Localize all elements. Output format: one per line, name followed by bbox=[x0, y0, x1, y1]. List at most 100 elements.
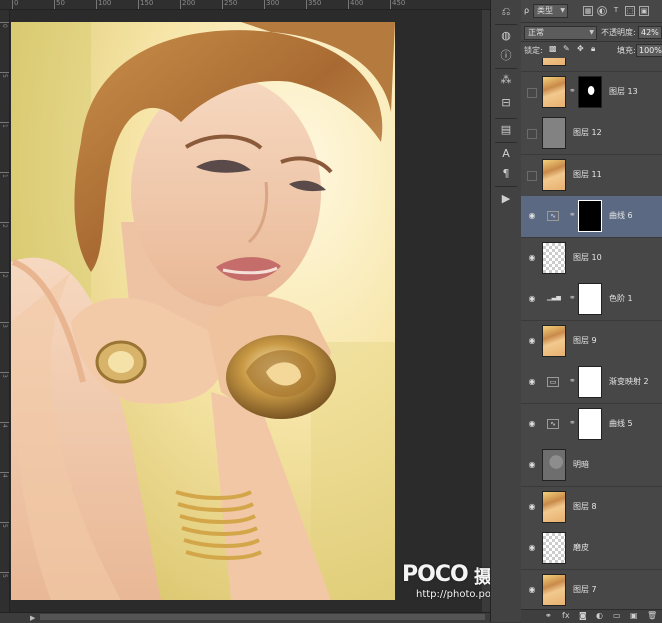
mask-icon[interactable]: ◙ bbox=[579, 611, 587, 620]
layer-row[interactable]: ◉ 图层 7 bbox=[521, 570, 662, 609]
layer-mask-thumbnail[interactable] bbox=[578, 408, 602, 440]
layer-name[interactable]: 图层 12 bbox=[573, 127, 602, 138]
layer-row[interactable]: ◉ ∿ ⚭ 曲线 5 bbox=[521, 404, 662, 446]
group-icon[interactable]: ▭ bbox=[613, 611, 621, 620]
layer-row[interactable]: ◉ ▭ ⚭ 渐变映射 2 bbox=[521, 362, 662, 404]
link-icon[interactable]: ⚭ bbox=[545, 611, 552, 620]
layer-name[interactable]: 色阶 1 bbox=[609, 293, 633, 304]
layer-name[interactable]: 图层 9 bbox=[573, 335, 597, 346]
mask-link-icon[interactable]: ⚭ bbox=[569, 376, 576, 385]
layer-thumbnail[interactable] bbox=[542, 117, 566, 149]
layer-row[interactable]: 图层 11 bbox=[521, 155, 662, 197]
layer-thumbnail[interactable] bbox=[542, 574, 566, 606]
mask-link-icon[interactable]: ⚭ bbox=[569, 86, 576, 95]
layer-row[interactable]: ◉ 图层 9 bbox=[521, 321, 662, 363]
opacity-input[interactable]: 42% bbox=[638, 26, 662, 39]
layer-name[interactable]: 图层 10 bbox=[573, 252, 602, 263]
ruler-tick bbox=[12, 0, 13, 9]
layer-name[interactable]: 磨皮 bbox=[573, 542, 589, 553]
visibility-eye-icon[interactable]: ◉ bbox=[527, 253, 537, 263]
visibility-toggle-empty[interactable] bbox=[527, 129, 537, 139]
layer-name[interactable]: 明暗 bbox=[573, 459, 589, 470]
layer-name[interactable]: 曲线 6 bbox=[609, 210, 633, 221]
layer-name[interactable]: 曲线 5 bbox=[609, 418, 633, 429]
layer-row[interactable]: ◉ 图层 10 bbox=[521, 238, 662, 280]
history-icon[interactable]: ⎌ bbox=[498, 4, 514, 20]
fill-input[interactable]: 100% bbox=[636, 44, 662, 57]
status-arrow-icon[interactable]: ▶ bbox=[30, 614, 35, 622]
lock-all-icon[interactable]: 🔒︎ bbox=[591, 44, 595, 54]
mask-link-icon[interactable]: ⚭ bbox=[569, 418, 576, 427]
ruler-tick bbox=[0, 172, 9, 173]
horizontal-scrollbar[interactable] bbox=[40, 614, 485, 620]
layer-thumbnail[interactable] bbox=[542, 532, 566, 564]
layer-name[interactable]: 图层 11 bbox=[573, 169, 602, 180]
layer-thumbnail[interactable] bbox=[542, 449, 566, 481]
lock-pixels-icon[interactable]: ✎ bbox=[563, 44, 570, 53]
layer-name[interactable]: 渐变映射 2 bbox=[609, 376, 649, 387]
visibility-eye-icon[interactable]: ◉ bbox=[527, 502, 537, 512]
layer-thumbnail[interactable] bbox=[542, 325, 566, 357]
ruler-tick bbox=[0, 222, 9, 223]
layer-thumbnail[interactable] bbox=[542, 159, 566, 191]
visibility-eye-icon[interactable]: ◉ bbox=[527, 294, 537, 304]
visibility-eye-icon[interactable]: ◉ bbox=[527, 377, 537, 387]
visibility-eye-icon[interactable]: ◉ bbox=[527, 460, 537, 470]
layer-thumbnail[interactable] bbox=[542, 76, 566, 108]
lock-transparent-icon[interactable]: ▩ bbox=[549, 44, 557, 53]
filter-type-dropdown[interactable]: 类型 ▼ bbox=[533, 4, 568, 18]
trash-icon[interactable]: 🗑 bbox=[647, 611, 657, 620]
photo-canvas-image[interactable] bbox=[11, 22, 395, 600]
shape-filter-icon[interactable]: ⬚ bbox=[625, 6, 635, 16]
smart-object-filter-icon[interactable]: ▣ bbox=[639, 6, 649, 16]
layer-thumbnail[interactable] bbox=[542, 58, 566, 66]
ruler-vertical[interactable]: 0 5 1 1 2 2 3 3 4 4 5 5 bbox=[0, 10, 10, 612]
layer-name[interactable]: 图层 7 bbox=[573, 584, 597, 595]
layer-row[interactable]: ◉ 图层 8 bbox=[521, 487, 662, 529]
layer-row[interactable]: ◉ ∿ ⚭ 曲线 6 bbox=[521, 196, 662, 238]
layer-mask-thumbnail[interactable] bbox=[578, 76, 602, 108]
type-filter-icon[interactable]: T bbox=[611, 6, 621, 16]
image-filter-icon[interactable]: ▦ bbox=[583, 6, 593, 16]
brush-presets-icon[interactable]: ⁂ bbox=[498, 72, 514, 88]
layer-name[interactable]: 图层 8 bbox=[573, 501, 597, 512]
mask-link-icon[interactable]: ⚭ bbox=[569, 293, 576, 302]
visibility-eye-icon[interactable]: ◉ bbox=[527, 543, 537, 553]
layer-row[interactable]: ◉图层 17 bbox=[521, 58, 662, 72]
mask-link-icon[interactable]: ⚭ bbox=[569, 210, 576, 219]
layer-row[interactable]: ◉ 明暗 bbox=[521, 445, 662, 487]
layer-mask-thumbnail[interactable] bbox=[578, 200, 602, 232]
lock-position-icon[interactable]: ✥ bbox=[577, 44, 584, 53]
visibility-eye-icon[interactable]: ◉ bbox=[527, 585, 537, 595]
visibility-eye-icon[interactable]: ◉ bbox=[527, 336, 537, 346]
new-layer-icon[interactable]: ▣ bbox=[630, 611, 638, 620]
fx-icon[interactable]: fx bbox=[562, 611, 570, 620]
visibility-eye-icon[interactable]: ◉ bbox=[527, 419, 537, 429]
layer-row[interactable]: ⚭ 图层 13 bbox=[521, 72, 662, 114]
visibility-toggle-empty[interactable] bbox=[527, 171, 537, 181]
visibility-toggle-empty[interactable] bbox=[527, 88, 537, 98]
paragraph-icon[interactable]: ¶ bbox=[498, 166, 514, 182]
adjustment-icon[interactable]: ◐ bbox=[596, 611, 603, 620]
ruler-label: 5 bbox=[1, 524, 8, 528]
adjustments-icon[interactable]: ⊟ bbox=[498, 95, 514, 111]
layer-thumbnail[interactable] bbox=[542, 491, 566, 523]
layer-mask-thumbnail[interactable] bbox=[578, 283, 602, 315]
ruler-horizontal[interactable]: 0 50 100 150 200 250 300 350 400 450 bbox=[0, 0, 490, 10]
properties-icon[interactable]: ▤ bbox=[498, 122, 514, 138]
layer-name[interactable]: 图层 13 bbox=[609, 86, 638, 97]
layer-thumbnail[interactable] bbox=[542, 242, 566, 274]
info-icon[interactable]: ⓘ bbox=[498, 48, 514, 64]
play-actions-icon[interactable]: ▶ bbox=[498, 191, 514, 207]
layer-row[interactable]: ◉ 磨皮 bbox=[521, 528, 662, 570]
layers-list: ◉图层 17 ⚭ 图层 13 图层 12 图层 11 ◉ ∿ ⚭ 曲线 6 ◉ 图层 10 ◉ ▁▃▅ ⚭… bbox=[521, 58, 662, 609]
channels-icon[interactable]: ◍ bbox=[498, 28, 514, 44]
blend-mode-dropdown[interactable]: 正常 ▼ bbox=[524, 26, 597, 40]
layer-mask-thumbnail[interactable] bbox=[578, 366, 602, 398]
layer-row[interactable]: 图层 12 bbox=[521, 113, 662, 155]
character-icon[interactable]: A bbox=[498, 146, 514, 162]
adjustment-filter-icon[interactable]: ◐ bbox=[597, 6, 607, 16]
tool-divider bbox=[495, 24, 517, 25]
visibility-eye-icon[interactable]: ◉ bbox=[527, 211, 537, 221]
layer-row[interactable]: ◉ ▁▃▅ ⚭ 色阶 1 bbox=[521, 279, 662, 321]
